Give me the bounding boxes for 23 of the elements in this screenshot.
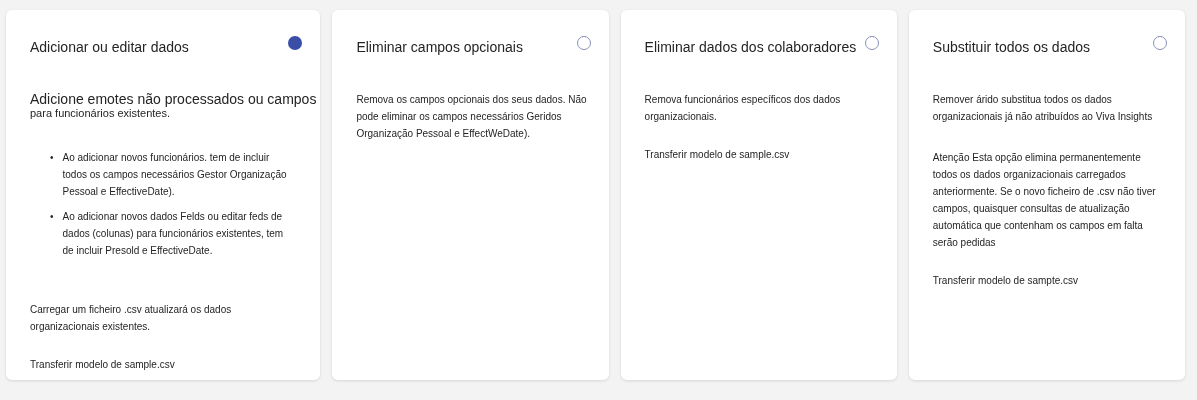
radio-button[interactable]	[288, 36, 303, 50]
bullet-mark: •	[50, 210, 54, 224]
option-card[interactable]	[6, 10, 321, 380]
card-title: Eliminar dados dos colaboradores	[644, 38, 857, 55]
description-text: Atenção Esta opção elimina permanentemente todos os dados organizacionais carregados anteriormente. Se o novo ficheiro de .csv não tiver campos, quaisquer consultas de atualização automática que contenham os campos em falta serão pedidas	[932, 151, 1157, 250]
description-text: Remova os campos opcionais dos seus dados. Não pode eliminar os campos necessários Geridos Organização Pessoal e EffectWeDate).	[356, 93, 588, 141]
description-text: Remova funcionários específicos dos dados organizacionais.	[644, 93, 842, 124]
download-link[interactable]: Transferir modelo de sampte.csv	[932, 275, 1079, 286]
card-title: Eliminar campos opcionais	[356, 38, 523, 55]
download-link[interactable]: Transferir modelo de sample.csv	[30, 359, 175, 370]
bullet-mark: •	[50, 151, 54, 165]
card-title: Substituir todos os dados	[932, 38, 1090, 55]
description-text: Adicione emotes não processados ou campos	[30, 91, 317, 107]
description-text: Remover árido substitua todos os dados organizacionais já não atribuídos ao Viva Insights	[932, 93, 1154, 124]
download-link[interactable]: Transferir modelo de sample.csv	[644, 149, 790, 160]
description-text: Carregar um ficheiro .csv atualizará os dados organizacionais existentes.	[30, 303, 233, 334]
bullet-text: Ao adicionar novos funcionários. tem de incluir todos os campos necessários Gestor Organização Pessoal e EffectiveDate).	[62, 151, 288, 199]
option-card[interactable]: Eliminar campos opcionais Remova os campos opcionais dos seus dados. Não pode eliminar os campos necessários Geridos Organização Pessoal e EffectWeDate).	[332, 10, 609, 380]
bullet-text: Ao adicionar novos dados Felds ou editar feds de dados (colunas) para funcionários existentes, tem de incluir Presold e EffectiveDate.	[62, 210, 285, 258]
option-card[interactable]: Eliminar dados dos colaboradores Remova funcionários específicos dos dados organizacionais. Transferir modelo de sample.csv	[620, 10, 897, 380]
card-title: Adicionar ou editar dados	[30, 38, 189, 55]
option-card[interactable]	[908, 10, 1185, 380]
description-text: para funcionários existentes.	[30, 107, 172, 119]
